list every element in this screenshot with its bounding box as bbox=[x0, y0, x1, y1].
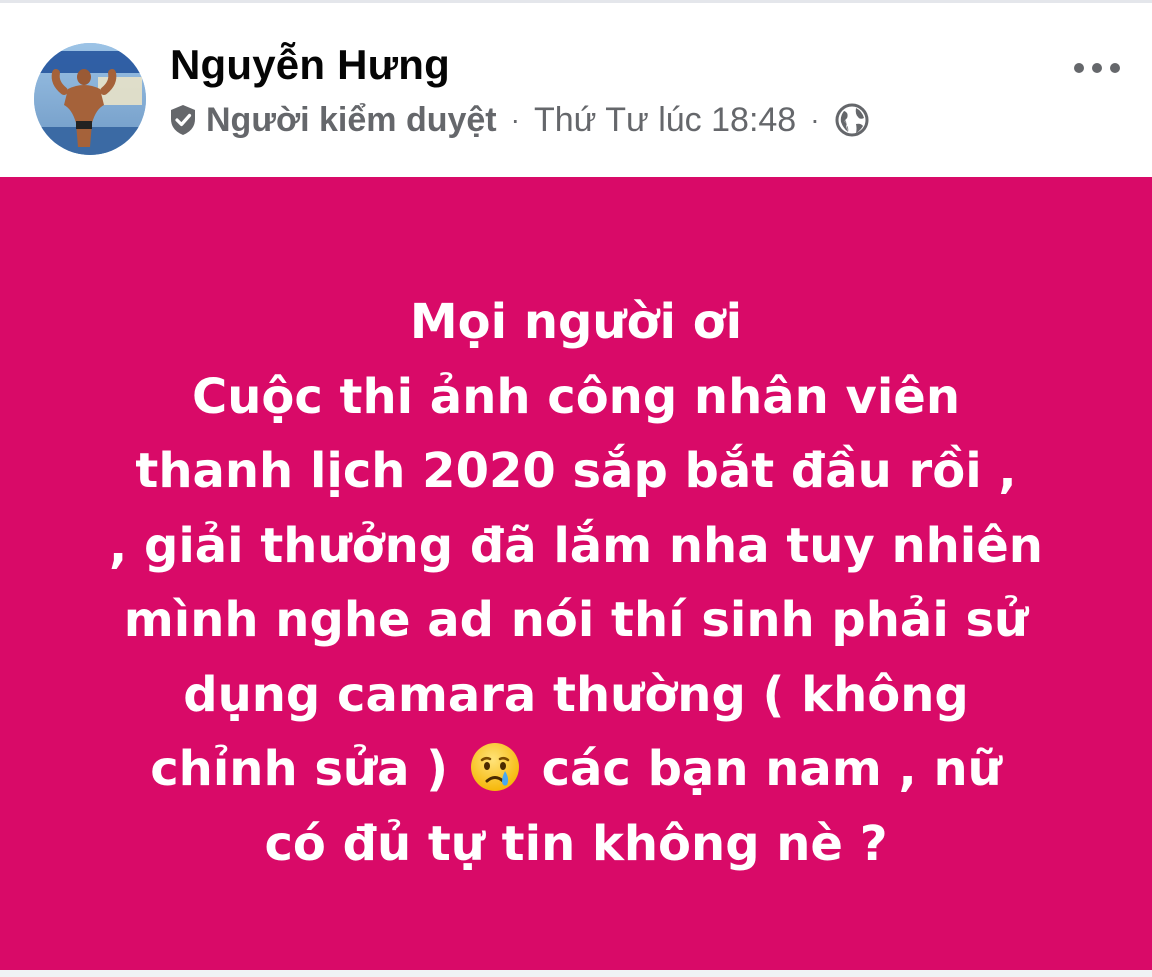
author-role[interactable]: Người kiểm duyệt bbox=[206, 101, 497, 140]
more-options-button[interactable] bbox=[1068, 55, 1126, 85]
post-header: Nguyễn Hưng Người kiểm duyệt · Thứ Tư lú… bbox=[0, 3, 1152, 177]
globe-icon[interactable] bbox=[834, 102, 870, 138]
post-text: Mọi người ơi Cuộc thi ảnh công nhân viên… bbox=[70, 285, 1082, 881]
post-background-card: Mọi người ơi Cuộc thi ảnh công nhân viên… bbox=[0, 177, 1152, 977]
post-text-line: Mọi người ơi bbox=[409, 294, 743, 350]
post-text-segment: chỉnh sửa ) bbox=[150, 741, 449, 797]
shield-check-icon bbox=[168, 103, 198, 137]
post-text-line: , giải thưởng đã lắm nha tuy nhiên bbox=[109, 517, 1043, 574]
bottom-divider bbox=[0, 970, 1152, 977]
post-text-line: mình nghe ad nói thí sinh phải sử bbox=[123, 592, 1029, 648]
post-text-line: thanh lịch 2020 sắp bắt đầu rồi , bbox=[135, 443, 1017, 499]
post-text-line: chỉnh sửa ) các bạn nam , nữ bbox=[70, 732, 1082, 807]
more-options-icon bbox=[1073, 61, 1121, 79]
meta-separator: · bbox=[810, 104, 820, 135]
post-text-line: có đủ tự tin không nè ? bbox=[264, 815, 888, 872]
author-avatar[interactable] bbox=[34, 43, 146, 155]
post-meta: Người kiểm duyệt · Thứ Tư lúc 18:48 · bbox=[168, 99, 870, 141]
crying-face-emoji bbox=[469, 740, 521, 792]
post-text-line: Cuộc thi ảnh công nhân viên bbox=[191, 368, 961, 425]
meta-separator: · bbox=[510, 104, 520, 135]
post-text-segment: các bạn nam , nữ bbox=[541, 741, 1002, 797]
author-name[interactable]: Nguyễn Hưng bbox=[170, 41, 450, 89]
post-timestamp[interactable]: Thứ Tư lúc 18:48 bbox=[534, 101, 796, 140]
post-text-line: dụng camara thường ( không bbox=[183, 666, 969, 723]
